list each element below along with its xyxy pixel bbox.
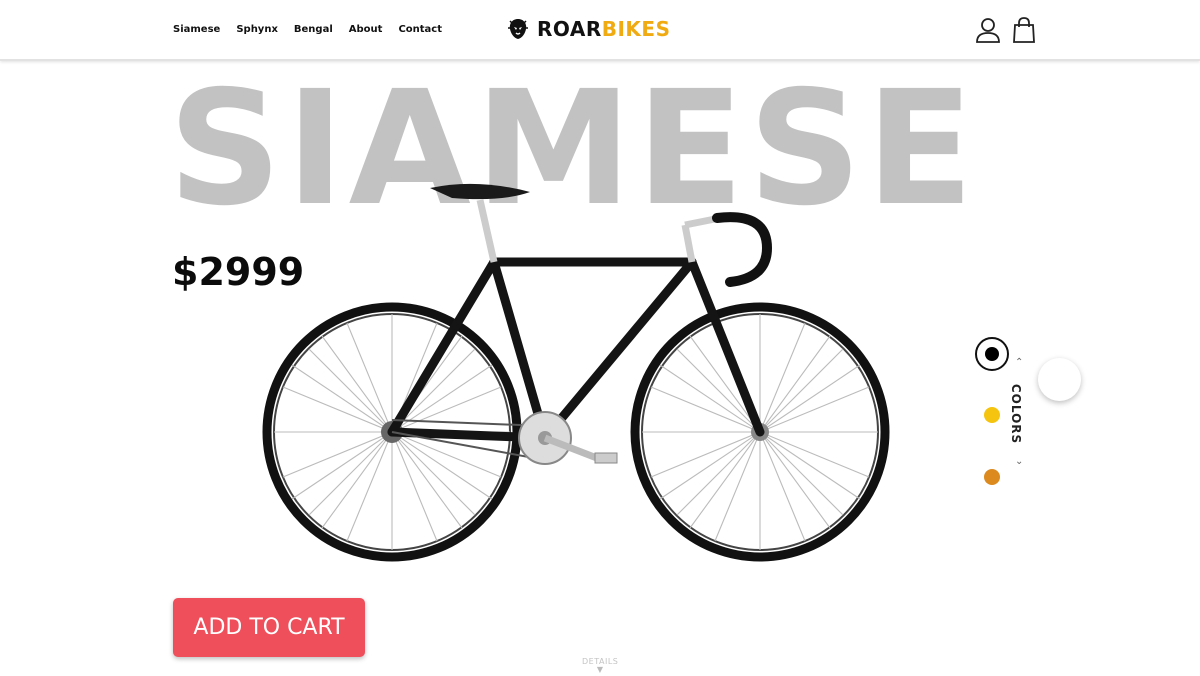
- logo-text: ROARBIKES: [537, 17, 671, 41]
- nav-link-sphynx[interactable]: Sphynx: [236, 24, 278, 35]
- header-icons: [975, 16, 1037, 44]
- nav-link-about[interactable]: About: [349, 24, 383, 35]
- main-nav: Siamese Sphynx Bengal About Contact: [173, 24, 442, 35]
- add-to-cart-button[interactable]: ADD TO CART: [173, 598, 365, 657]
- color-preview-button[interactable]: [1038, 358, 1081, 401]
- nav-link-bengal[interactable]: Bengal: [294, 24, 333, 35]
- bike-frame: [387, 257, 765, 443]
- site-header: Siamese Sphynx Bengal About Contact ROAR…: [0, 0, 1200, 61]
- saddle: [430, 183, 530, 200]
- color-swatch-black[interactable]: [975, 337, 1009, 371]
- nav-link-siamese[interactable]: Siamese: [173, 24, 220, 35]
- shopping-bag-icon[interactable]: [1011, 16, 1037, 44]
- handlebar: [712, 212, 773, 287]
- chevron-down-icon[interactable]: ⌄: [1015, 456, 1023, 467]
- crankset: [518, 411, 618, 465]
- details-link[interactable]: DETAILS ▼: [582, 657, 618, 674]
- product-price: $2999: [172, 250, 305, 294]
- logo[interactable]: ROARBIKES: [508, 17, 671, 41]
- color-swatch-orange[interactable]: [984, 469, 1000, 485]
- chevron-down-icon: ▼: [596, 665, 604, 674]
- nav-link-contact[interactable]: Contact: [398, 24, 442, 35]
- bicycle-image: [262, 183, 890, 562]
- chevron-up-icon[interactable]: ⌃: [1015, 357, 1023, 368]
- logo-text-bikes: BIKES: [601, 17, 671, 41]
- color-dot-black: [985, 347, 999, 361]
- user-icon[interactable]: [975, 16, 1001, 44]
- colors-label: COLORS: [1009, 383, 1023, 445]
- color-swatch-yellow[interactable]: [984, 407, 1000, 423]
- logo-text-roar: ROAR: [537, 17, 602, 41]
- lion-head-icon: [508, 19, 528, 39]
